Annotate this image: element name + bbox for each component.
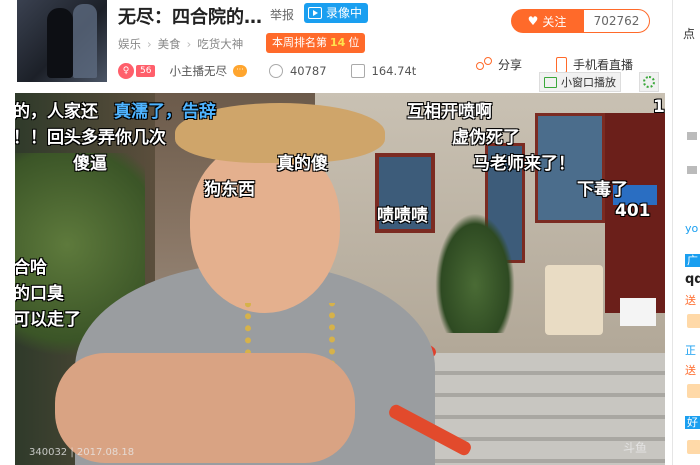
- video-scene-plant: [435, 213, 515, 333]
- mobile-label: 手机看直播: [573, 58, 634, 72]
- rank-suffix: 位: [348, 36, 360, 49]
- share-label: 分享: [498, 58, 523, 72]
- report-link[interactable]: 举报: [270, 6, 294, 23]
- record-icon: [308, 7, 322, 19]
- danmu-comment: 可以走了: [15, 310, 81, 330]
- danmu-comment: 狗东西: [204, 180, 255, 200]
- sidebar-item[interactable]: 送: [685, 292, 696, 308]
- mini-window-icon: [544, 76, 557, 88]
- sidebar-item[interactable]: qq: [685, 272, 700, 287]
- owner-level-badge: 56: [136, 65, 156, 77]
- weekly-rank-badge[interactable]: 本周排名第 14 位: [266, 33, 366, 53]
- sidebar-item-label: 广: [685, 254, 700, 267]
- sidebar-item-label: 送: [685, 294, 696, 307]
- follower-count: 702762: [583, 9, 650, 33]
- message-icon[interactable]: ···: [232, 65, 247, 77]
- avatar-figure-secondary: [73, 4, 97, 78]
- gear-icon: [643, 76, 655, 88]
- sidebar-item[interactable]: 正: [685, 342, 696, 358]
- sidebar-tag: [687, 440, 700, 454]
- danmu-comment: 401: [615, 201, 651, 221]
- owner-level-icon: ♀: [118, 63, 134, 79]
- breadcrumb-item-entertainment[interactable]: 娱乐: [118, 36, 141, 52]
- sidebar-icon: [687, 132, 697, 140]
- sidebar-item-label: 正: [685, 344, 696, 357]
- video-scene-notice: [620, 298, 656, 326]
- sidebar-item[interactable]: 送: [685, 362, 696, 378]
- breadcrumb-separator: ›: [147, 37, 152, 51]
- breadcrumb: 娱乐 › 美食 › 吃货大神: [118, 36, 243, 52]
- danmu-comment: 1: [653, 97, 665, 117]
- danmu-comment: 真濡了，告辞: [114, 102, 216, 122]
- rank-number: 14: [330, 36, 346, 49]
- danmu-comment: 虚伪死了: [452, 128, 520, 148]
- video-timestamp: 340032 | 2017.08.18: [29, 447, 135, 458]
- danmu-comment: 合哈: [15, 258, 47, 278]
- sidebar-item[interactable]: 广: [685, 252, 700, 268]
- danmu-comment: 马老师来了！: [473, 154, 575, 174]
- sidebar-item-label: qq: [685, 272, 700, 287]
- share-icon: [476, 56, 492, 73]
- sidebar-item-label: 送: [685, 364, 696, 377]
- danmu-comment: 真的傻: [277, 154, 328, 174]
- mini-window-label: 小窗口播放: [561, 76, 616, 89]
- video-player[interactable]: 的，人家还 真濡了，告辞 互相开喷啊 ！！回头多弄你几次 虚伪死了 傻逼 真的傻…: [15, 93, 665, 465]
- breadcrumb-item-food[interactable]: 美食: [158, 36, 181, 52]
- heart-icon: ♥: [527, 14, 539, 28]
- danmu-comment: 的口臭: [15, 284, 64, 304]
- danmu-comment: 下毒了: [577, 180, 628, 200]
- sidebar-item-label: yo: [685, 222, 699, 235]
- rank-prefix: 本周排名第: [272, 36, 327, 49]
- mobile-watch-button[interactable]: 手机看直播: [556, 56, 633, 73]
- breadcrumb-separator: ›: [186, 37, 192, 51]
- popularity-icon: [268, 64, 283, 78]
- popularity-value: 40787: [289, 64, 327, 78]
- sidebar-item[interactable]: 好: [685, 414, 700, 430]
- follow-label: 关注: [542, 14, 567, 29]
- danmu-comment: ！！回头多弄你几次: [15, 128, 166, 148]
- record-badge-label: 录像中: [326, 6, 363, 20]
- sidebar-tag: [687, 314, 700, 328]
- video-scene-stool: [545, 265, 603, 335]
- video-scene-person: [55, 103, 435, 465]
- breadcrumb-item-foodie[interactable]: 吃货大神: [197, 36, 243, 52]
- danmu-comment: 互相开喷啊: [407, 102, 492, 122]
- owner-name[interactable]: 小主播无尽: [169, 63, 227, 79]
- share-button[interactable]: 分享: [476, 56, 522, 73]
- danmu-comment: 的，人家还: [15, 102, 98, 122]
- sidebar-icon: [687, 166, 697, 174]
- owner-stats: ♀ 56 小主播无尽 ··· 40787 164.74t: [118, 61, 440, 81]
- record-badge[interactable]: 录像中: [304, 3, 369, 23]
- sidebar-tag: [687, 384, 700, 398]
- phone-icon: [556, 56, 567, 73]
- video-watermark: 斗鱼: [623, 441, 648, 455]
- room-title: 无尽：四合院的…: [118, 7, 262, 28]
- settings-button[interactable]: [639, 72, 659, 92]
- weight-icon: [350, 64, 365, 78]
- mini-window-button[interactable]: 小窗口播放: [539, 72, 621, 92]
- follow-button[interactable]: ♥ 关注: [511, 9, 583, 33]
- danmu-comment: 啧啧啧: [377, 206, 428, 226]
- streamer-avatar[interactable]: [17, 0, 107, 82]
- right-sidebar: 点 yo 广 qq 送 正 送 好: [672, 0, 700, 465]
- room-header: 无尽：四合院的… 举报 录像中 娱乐 › 美食 › 吃货大神 本周排名第 14 位 …: [0, 0, 665, 93]
- sidebar-top-label: 点: [683, 27, 696, 41]
- avatar-figure: [47, 8, 73, 78]
- danmu-comment: 傻逼: [73, 154, 107, 174]
- weight-value: 164.74t: [371, 64, 417, 78]
- sidebar-item-label: 好: [685, 416, 700, 429]
- sidebar-item[interactable]: yo: [685, 222, 698, 235]
